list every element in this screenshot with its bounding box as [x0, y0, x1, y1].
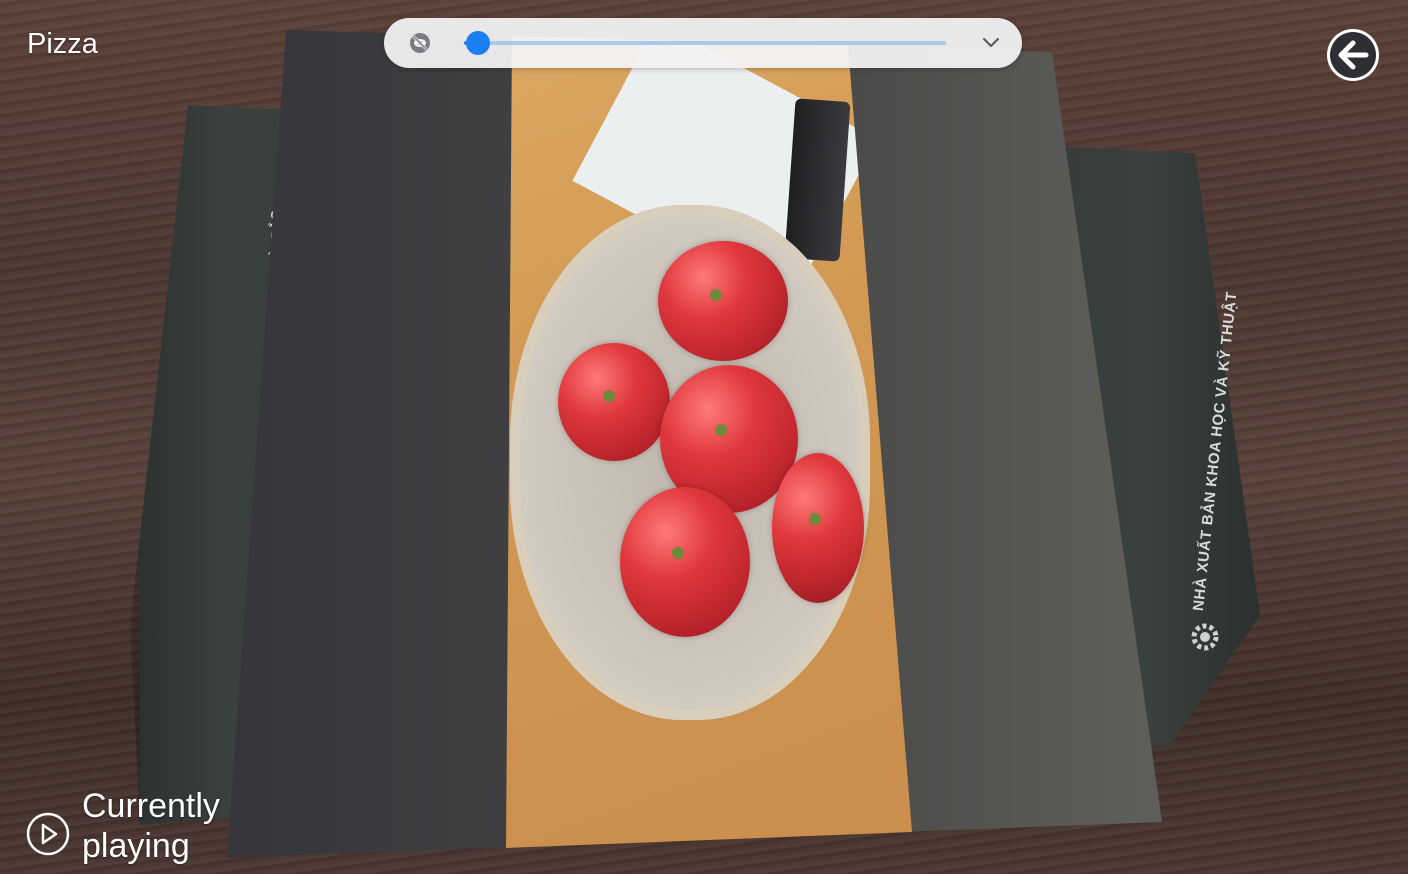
play-icon[interactable] [26, 812, 70, 856]
video-cup [784, 98, 851, 262]
video-bowl [510, 205, 870, 720]
progress-thumb[interactable] [466, 31, 491, 55]
playback-status: Currently playing [82, 787, 220, 865]
tomato [558, 343, 670, 461]
visibility-off-icon[interactable] [408, 31, 432, 55]
ar-video-plane[interactable] [0, 0, 1408, 874]
tomato [772, 453, 864, 603]
tomato [658, 241, 788, 361]
progress-slider[interactable] [464, 31, 946, 55]
tomato [620, 487, 750, 637]
back-arrow-button[interactable] [1325, 27, 1381, 83]
page-title: Pizza [27, 28, 98, 60]
chevron-down-icon[interactable] [981, 34, 1001, 52]
video-frame [506, 36, 912, 848]
video-scrubber-bar [384, 18, 1022, 68]
